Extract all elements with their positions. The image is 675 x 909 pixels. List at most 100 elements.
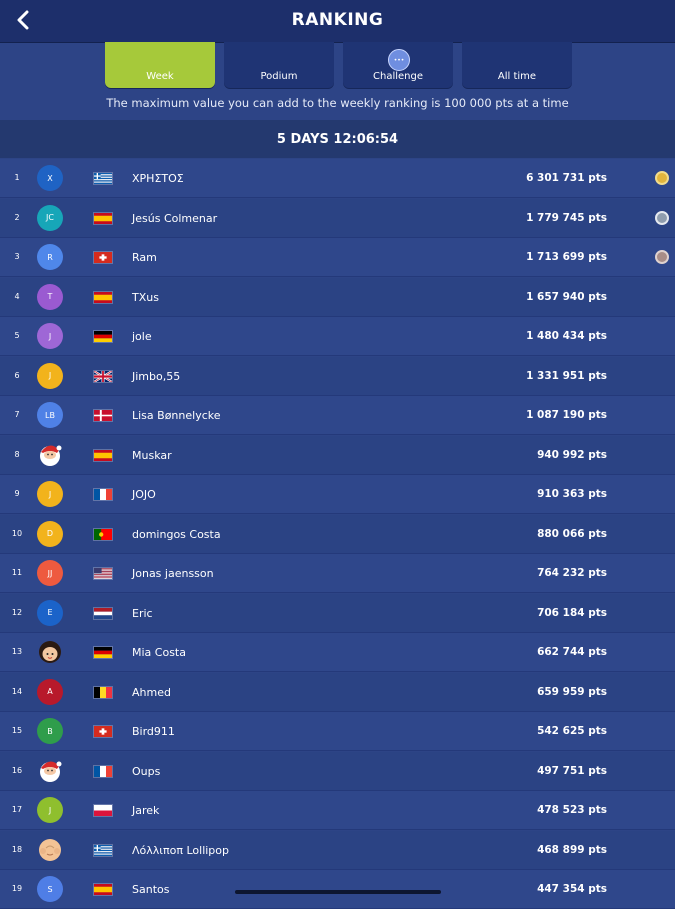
flag-dk-icon (93, 409, 113, 422)
flag-be-icon (93, 685, 113, 699)
flag-pl-icon (93, 804, 113, 817)
player-name: Jesús Colmenar (132, 211, 218, 225)
ranking-row[interactable]: 17 J Jarek 478 523 pts (0, 791, 675, 830)
player-name: JOJO (132, 488, 156, 501)
player-name: jole (132, 330, 152, 343)
ranking-row[interactable]: 4 T TXus 1 657 940 pts (0, 277, 675, 317)
flag-es-icon (93, 211, 113, 225)
avatar: A (37, 678, 63, 705)
player-score: 1 779 745 pts (526, 211, 607, 224)
ranking-row[interactable]: 16 Oups 497 751 pts (0, 751, 675, 791)
silver-medal-icon (655, 210, 669, 225)
player-score: 662 744 pts (537, 646, 607, 658)
rank-number: 2 (14, 212, 20, 222)
avatar: R (37, 244, 63, 270)
player-name: TXus (132, 290, 159, 304)
tab-week[interactable]: Week (105, 42, 215, 88)
avatar: T (37, 283, 63, 310)
rank-number: 7 (14, 410, 20, 419)
avatar: B (37, 718, 63, 744)
header-bar: RANKING (0, 0, 675, 43)
ranking-row[interactable]: 10 Ddomingos Costa 880 066 pts (0, 514, 675, 554)
player-score: 1 657 940 pts (526, 290, 607, 303)
avatar: X (37, 165, 63, 191)
tab-label: Challenge (373, 71, 423, 82)
ranking-row[interactable]: 11 JJ Jonas jaensson 764 232 pts (0, 554, 675, 593)
ranking-row[interactable]: 6 J Jimbo,55 1 331 951 pts (0, 356, 675, 396)
santa-avatar-icon (37, 442, 63, 468)
avatar: E (37, 599, 63, 626)
ranking-row[interactable]: 8 Muskar 940 992 pts (0, 435, 675, 475)
rank-number: 19 (11, 884, 23, 893)
ranking-row[interactable]: 2 JC Jesús Colmenar 1 779 745 pts (0, 198, 675, 238)
tab-label: All time (497, 71, 537, 82)
santa-avatar-icon (37, 758, 63, 784)
ranking-row[interactable]: 1 X ΧΡΗΣΤΟΣ 6 301 731 pts (0, 159, 675, 198)
baby-avatar-icon (37, 837, 63, 863)
rank-number: 14 (11, 686, 23, 696)
flag-us-icon (93, 567, 113, 580)
rank-number: 8 (14, 449, 20, 459)
player-name: Santos (132, 883, 170, 896)
ranking-row[interactable]: 14 A Ahmed 659 959 pts (0, 672, 675, 712)
tab-challenge[interactable]: ••• Challenge (343, 42, 453, 88)
rank-number: 6 (14, 370, 20, 380)
rank-number: 9 (14, 489, 20, 498)
ranking-row[interactable]: 7 LB Lisa Bønnelycke 1 087 190 pts (0, 396, 675, 435)
player-name: Jimbo,55 (132, 369, 181, 383)
home-indicator (235, 890, 441, 894)
player-score: 1 480 434 pts (526, 330, 607, 342)
flag-nl-icon (93, 606, 113, 620)
player-score: 1 331 951 pts (526, 369, 607, 382)
flag-gr-icon (93, 172, 113, 185)
rank-number: 11 (11, 568, 23, 577)
ranking-row[interactable]: 5 Jjole 1 480 434 pts (0, 317, 675, 356)
challenge-badge-icon: ••• (388, 49, 410, 71)
player-score: 880 066 pts (537, 527, 607, 540)
avatar: J (37, 797, 63, 823)
flag-gb-icon (93, 369, 113, 383)
player-name: Jarek (132, 804, 160, 817)
flag-es-icon (93, 290, 113, 304)
gold-medal-icon (655, 171, 669, 185)
ranking-row[interactable]: 13 Mia Costa 662 744 pts (0, 633, 675, 672)
ranking-row[interactable]: 18 Λόλλιποπ Lollipop 468 899 pts (0, 830, 675, 870)
ranking-row[interactable]: 15 B Bird911 542 625 pts (0, 712, 675, 751)
player-score: 1 713 699 pts (526, 251, 607, 263)
flag-gr-icon (93, 843, 113, 857)
tab-podium[interactable]: Podium (224, 42, 334, 88)
player-name: Bird911 (132, 725, 175, 738)
player-name: Ram (132, 251, 157, 264)
player-score: 659 959 pts (537, 685, 607, 698)
player-score: 478 523 pts (537, 804, 607, 816)
rank-number: 13 (11, 647, 23, 656)
flag-de-icon (93, 330, 113, 343)
avatar: J (37, 362, 63, 389)
avatar: J (37, 481, 63, 507)
flag-es-icon (93, 883, 113, 896)
flag-ch-icon (93, 725, 113, 738)
player-score: 764 232 pts (537, 567, 607, 579)
rank-number: 17 (11, 805, 23, 814)
flag-es-icon (93, 448, 113, 462)
player-name: Eric (132, 606, 153, 620)
countdown-timer: 5 DAYS 12:06:54 (0, 120, 675, 158)
player-score: 910 363 pts (537, 488, 607, 500)
tab-label: Week (146, 71, 174, 82)
rank-number: 15 (11, 726, 23, 735)
player-score: 706 184 pts (537, 606, 607, 619)
tab-all-time[interactable]: All time (462, 42, 572, 88)
avatar: JC (37, 204, 63, 231)
girl-avatar-icon (37, 639, 63, 665)
rank-number: 10 (11, 528, 23, 538)
ranking-row[interactable]: 12 E Eric 706 184 pts (0, 593, 675, 633)
ranking-row[interactable]: 9 J JOJO 910 363 pts (0, 475, 675, 514)
ranking-row[interactable]: 3 R Ram 1 713 699 pts (0, 238, 675, 277)
flag-fr-icon (93, 488, 113, 501)
player-name: Λόλλιποπ Lollipop (132, 843, 229, 857)
player-name: domingos Costa (132, 527, 221, 541)
player-score: 542 625 pts (537, 725, 607, 737)
rank-number: 4 (14, 291, 20, 301)
player-name: Mia Costa (132, 646, 186, 659)
player-score: 940 992 pts (537, 448, 607, 461)
